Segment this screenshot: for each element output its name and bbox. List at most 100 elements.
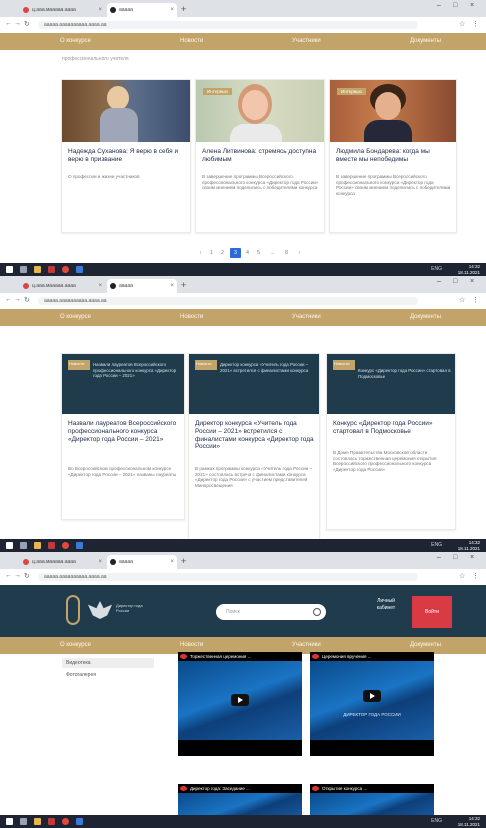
- page-link[interactable]: 1: [207, 248, 216, 258]
- tray-language[interactable]: ENG: [431, 265, 442, 274]
- close-tab-icon[interactable]: ×: [98, 3, 102, 17]
- menu-item-news[interactable]: Новости: [180, 309, 203, 326]
- red-action-button[interactable]: Войти: [412, 596, 452, 628]
- page-prev[interactable]: ‹: [196, 248, 205, 258]
- close-tab-icon[interactable]: ×: [170, 555, 174, 569]
- sidebar-item-photo[interactable]: Фотогалерея: [62, 670, 154, 680]
- page-link-active[interactable]: 3: [230, 248, 241, 258]
- article-title[interactable]: Надежда Суханова: Я верю в себя и верю в…: [68, 148, 185, 164]
- tray-language[interactable]: ENG: [431, 817, 442, 826]
- star-icon[interactable]: ☆: [459, 20, 465, 28]
- forward-icon[interactable]: →: [14, 572, 21, 579]
- video-title[interactable]: Директор года: Заседание ...: [190, 785, 298, 792]
- url-field[interactable]: ааааа.аааааааааа.аааа.аа: [38, 573, 418, 581]
- article-card[interactable]: Интервью Людмила Бондарева: когда мы вме…: [329, 79, 457, 233]
- close-tab-icon[interactable]: ×: [170, 279, 174, 293]
- page-link[interactable]: 4: [243, 248, 252, 258]
- menu-item-about[interactable]: О конкурсе: [60, 637, 91, 654]
- news-title[interactable]: Директор конкурса «Учитель года России –…: [195, 420, 314, 451]
- app-icon[interactable]: [76, 266, 83, 273]
- chrome-icon[interactable]: [62, 266, 69, 273]
- explorer-icon[interactable]: [34, 542, 41, 549]
- browser-tab-1[interactable]: ц.ааа.мааааа.аааа ×: [20, 3, 105, 17]
- maximize-button[interactable]: □: [453, 278, 457, 285]
- app-icon[interactable]: [48, 266, 55, 273]
- browser-tab-2[interactable]: ааааа ×: [107, 279, 177, 293]
- article-card[interactable]: Надежда Суханова: Я верю в себя и верю в…: [61, 79, 191, 233]
- menu-dots-icon[interactable]: ⋮: [472, 572, 479, 580]
- url-field[interactable]: ааааа.аааааааааа.аааа.аа: [38, 297, 418, 305]
- play-icon[interactable]: [363, 690, 381, 702]
- explorer-icon[interactable]: [34, 818, 41, 825]
- sidebar-item-video[interactable]: Видеотека: [62, 658, 154, 668]
- reload-icon[interactable]: ↻: [24, 20, 30, 28]
- clock[interactable]: 14:32 18.11.2021: [458, 816, 480, 827]
- news-card[interactable]: Новости Назвали лауреатов Всероссийского…: [61, 353, 185, 520]
- close-window-button[interactable]: ×: [470, 2, 474, 9]
- forward-icon[interactable]: →: [14, 296, 21, 303]
- menu-item-about[interactable]: О конкурсе: [60, 309, 91, 326]
- browser-tab-2[interactable]: ааааа ×: [107, 555, 177, 569]
- chrome-icon[interactable]: [62, 818, 69, 825]
- video-title[interactable]: Открытие конкурса ...: [322, 785, 430, 792]
- maximize-button[interactable]: □: [453, 2, 457, 9]
- close-tab-icon[interactable]: ×: [98, 555, 102, 569]
- close-window-button[interactable]: ×: [470, 554, 474, 561]
- forward-icon[interactable]: →: [14, 20, 21, 27]
- article-title[interactable]: Алена Литвинова: стремясь доступна любим…: [202, 148, 319, 164]
- search-icon[interactable]: [313, 608, 321, 616]
- new-tab-button[interactable]: +: [181, 555, 186, 567]
- login-link[interactable]: Личный кабинет: [373, 598, 399, 612]
- video-title[interactable]: Церемония вручения ...: [322, 653, 430, 660]
- video-player[interactable]: Торжественная церемония ...: [178, 652, 302, 756]
- explorer-icon[interactable]: [34, 266, 41, 273]
- tray-language[interactable]: ENG: [431, 541, 442, 550]
- menu-item-participants[interactable]: Участники: [292, 309, 321, 326]
- video-title[interactable]: Торжественная церемония ...: [190, 653, 298, 660]
- browser-tab-2[interactable]: ааааа ×: [107, 3, 177, 17]
- back-icon[interactable]: ←: [5, 20, 12, 27]
- maximize-button[interactable]: □: [453, 554, 457, 561]
- windows-start-icon[interactable]: [6, 818, 13, 825]
- menu-item-documents[interactable]: Документы: [410, 33, 441, 50]
- emblem-icon[interactable]: [66, 595, 80, 625]
- minimize-button[interactable]: –: [437, 2, 441, 9]
- minimize-button[interactable]: –: [437, 554, 441, 561]
- clock[interactable]: 14:32 18.11.2021: [458, 264, 480, 275]
- star-icon[interactable]: ☆: [459, 296, 465, 304]
- reload-icon[interactable]: ↻: [24, 296, 30, 304]
- taskview-icon[interactable]: [20, 542, 27, 549]
- news-card[interactable]: Новости Конкурс «Директор года России» с…: [326, 353, 456, 530]
- page-next[interactable]: ›: [295, 248, 304, 258]
- browser-tab-1[interactable]: ц.ааа.мааааа.аааа ×: [20, 555, 105, 569]
- browser-tab-1[interactable]: ц.ааа.мааааа.аааа ×: [20, 279, 105, 293]
- menu-dots-icon[interactable]: ⋮: [472, 20, 479, 28]
- video-player[interactable]: Церемония вручения ... ДИРЕКТОР ГОДА РОС…: [310, 652, 434, 756]
- menu-item-participants[interactable]: Участники: [292, 33, 321, 50]
- article-title[interactable]: Людмила Бондарева: когда мы вместе мы не…: [336, 148, 451, 164]
- eagle-logo-icon[interactable]: [88, 601, 112, 619]
- menu-item-documents[interactable]: Документы: [410, 309, 441, 326]
- url-field[interactable]: ааааа.аааааааааа.аааа.аа: [38, 21, 418, 29]
- article-card[interactable]: Интервью Алена Литвинова: стремясь досту…: [195, 79, 325, 233]
- app-icon[interactable]: [48, 818, 55, 825]
- page-link[interactable]: 8: [282, 248, 291, 258]
- page-link[interactable]: 5: [254, 248, 263, 258]
- menu-dots-icon[interactable]: ⋮: [472, 296, 479, 304]
- new-tab-button[interactable]: +: [181, 279, 186, 291]
- star-icon[interactable]: ☆: [459, 572, 465, 580]
- clock[interactable]: 14:32 18.11.2021: [458, 540, 480, 551]
- close-tab-icon[interactable]: ×: [170, 3, 174, 17]
- taskview-icon[interactable]: [20, 266, 27, 273]
- chrome-icon[interactable]: [62, 542, 69, 549]
- reload-icon[interactable]: ↻: [24, 572, 30, 580]
- app-icon[interactable]: [76, 818, 83, 825]
- menu-item-news[interactable]: Новости: [180, 33, 203, 50]
- news-title[interactable]: Конкурс «Директор года России» стартовал…: [333, 420, 450, 436]
- news-title[interactable]: Назвали лауреатов Всероссийского професс…: [68, 420, 179, 443]
- taskview-icon[interactable]: [20, 818, 27, 825]
- app-icon[interactable]: [76, 542, 83, 549]
- play-icon[interactable]: [231, 694, 249, 706]
- minimize-button[interactable]: –: [437, 278, 441, 285]
- new-tab-button[interactable]: +: [181, 3, 186, 15]
